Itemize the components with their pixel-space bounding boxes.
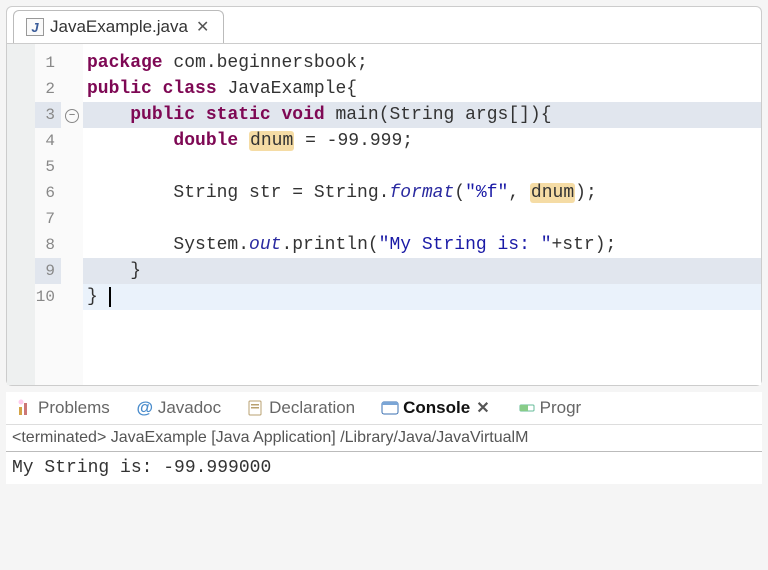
line-number: 2 [35, 76, 61, 102]
code-line: double dnum = -99.999; [83, 128, 761, 154]
code-text-area[interactable]: package com.beginnersbook; public class … [83, 44, 761, 385]
progress-icon [518, 399, 536, 417]
bottom-tab-bar: Problems @ Javadoc Declaration Console ✕… [6, 392, 762, 425]
console-icon [381, 399, 399, 417]
line-number: 4 [35, 128, 61, 154]
tab-console[interactable]: Console ✕ [377, 396, 495, 420]
text-cursor [109, 287, 111, 307]
code-line: public static void main(String args[]){ [83, 102, 761, 128]
tab-progress[interactable]: Progr [514, 396, 586, 420]
javadoc-icon: @ [136, 399, 154, 417]
problems-icon [16, 399, 34, 417]
file-tab-javaexample[interactable]: J JavaExample.java ✕ [13, 10, 224, 43]
declaration-icon [247, 399, 265, 417]
tab-label: Problems [38, 398, 110, 418]
tab-javadoc[interactable]: @ Javadoc [132, 396, 225, 420]
line-number: 5 [35, 154, 61, 180]
code-line [83, 154, 761, 180]
java-file-icon: J [26, 18, 44, 36]
code-line: public class JavaExample{ [83, 76, 761, 102]
editor-tab-bar: J JavaExample.java ✕ [7, 7, 761, 43]
marker-gutter [7, 44, 35, 385]
line-number-ruler: 1 2 3 4 5 6 7 8 9 10 [35, 44, 61, 385]
line-number: 1 [35, 50, 61, 76]
code-line: package com.beginnersbook; [83, 50, 761, 76]
tab-problems[interactable]: Problems [12, 396, 114, 420]
line-number: 10 [35, 284, 61, 310]
tab-label: Console [403, 398, 470, 418]
tab-label: Javadoc [158, 398, 221, 418]
fold-toggle-icon[interactable]: − [65, 109, 79, 123]
code-editor: J JavaExample.java ✕ 1 2 3 4 5 6 7 8 9 1… [6, 6, 762, 386]
code-line [83, 206, 761, 232]
code-line: } [83, 284, 761, 310]
code-line: } [83, 258, 761, 284]
file-tab-label: JavaExample.java [50, 17, 188, 37]
console-launch-info: <terminated> JavaExample [Java Applicati… [6, 425, 762, 452]
line-number: 3 [35, 102, 61, 128]
line-number: 6 [35, 180, 61, 206]
close-console-icon[interactable]: ✕ [474, 398, 491, 418]
close-tab-icon[interactable]: ✕ [194, 17, 211, 37]
tab-label: Declaration [269, 398, 355, 418]
code-line: String str = String.format("%f", dnum); [83, 180, 761, 206]
code-body: 1 2 3 4 5 6 7 8 9 10 − package com.begin… [7, 43, 761, 385]
tab-label: Progr [540, 398, 582, 418]
console-output[interactable]: My String is: -99.999000 [6, 452, 762, 484]
fold-column: − [61, 44, 83, 385]
line-number: 9 [35, 258, 61, 284]
code-line: System.out.println("My String is: "+str)… [83, 232, 761, 258]
tab-declaration[interactable]: Declaration [243, 396, 359, 420]
line-number: 7 [35, 206, 61, 232]
line-number: 8 [35, 232, 61, 258]
bottom-panel: Problems @ Javadoc Declaration Console ✕… [6, 392, 762, 484]
